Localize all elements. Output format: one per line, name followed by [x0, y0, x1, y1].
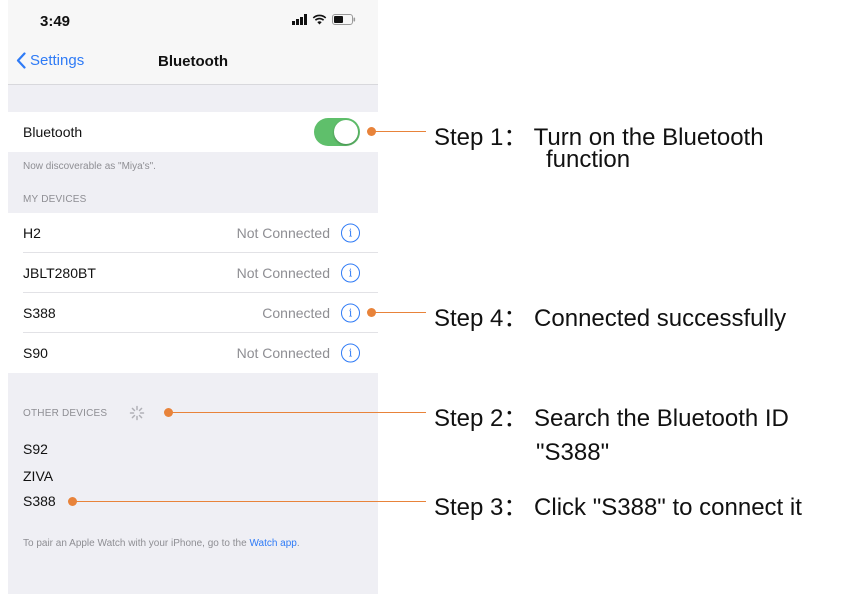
device-name: JBLT280BT: [23, 265, 96, 281]
discoverable-text: Now discoverable as "Miya's".: [23, 161, 156, 172]
bluetooth-row: Bluetooth: [8, 112, 378, 152]
navigation-bar: Settings Bluetooth: [8, 40, 378, 85]
battery-icon: [332, 14, 356, 25]
bluetooth-label: Bluetooth: [23, 124, 83, 140]
status-bar: 3:49: [8, 0, 378, 40]
device-name: S388: [23, 493, 56, 509]
device-name: H2: [23, 225, 41, 241]
info-icon[interactable]: i: [341, 223, 360, 243]
step2-text: Step 2： Search the Bluetooth ID: [434, 405, 789, 432]
step3-text: Step 3： Click "S388" to connect it: [434, 494, 802, 521]
annotation-line: [169, 412, 426, 413]
device-row-h2[interactable]: H2 Not Connected i: [8, 213, 378, 253]
footer-note: To pair an Apple Watch with your iPhone,…: [23, 537, 353, 550]
device-name: S90: [23, 345, 48, 361]
device-status: Not Connected: [236, 345, 330, 361]
device-row-jblt280bt[interactable]: JBLT280BT Not Connected i: [8, 253, 378, 293]
info-icon[interactable]: i: [341, 343, 360, 363]
bluetooth-toggle[interactable]: [314, 118, 360, 146]
device-row-s388[interactable]: S388 Connected i: [8, 293, 378, 333]
other-devices-header: OTHER DEVICES: [23, 408, 108, 419]
loading-spinner-icon: [129, 405, 145, 421]
step2-text-cont: "S388": [536, 439, 610, 466]
wifi-icon: [312, 14, 327, 25]
device-name: S388: [23, 305, 56, 321]
step4-text: Step 4： Connected successfully: [434, 305, 787, 332]
page-title: Bluetooth: [158, 53, 228, 70]
my-devices-header: MY DEVICES: [23, 194, 87, 205]
info-icon[interactable]: i: [341, 303, 360, 323]
device-row-s90[interactable]: S90 Not Connected i: [8, 333, 378, 373]
info-icon[interactable]: i: [341, 263, 360, 283]
annotation-line: [372, 131, 426, 132]
device-name: S92: [23, 441, 48, 457]
device-name: ZIVA: [23, 468, 54, 484]
status-time: 3:49: [40, 13, 71, 30]
footer-text: To pair an Apple Watch with your iPhone,…: [23, 538, 250, 549]
footer-end: .: [296, 538, 300, 549]
step1-text-cont: function: [546, 146, 631, 173]
device-status: Not Connected: [236, 225, 330, 241]
annotation-line: [73, 501, 426, 502]
watch-app-link[interactable]: Watch app: [249, 538, 296, 549]
device-status: Not Connected: [236, 265, 330, 281]
status-icons: [292, 14, 356, 25]
device-status: Connected: [262, 305, 330, 321]
cellular-signal-icon: [292, 14, 307, 25]
annotation-line: [372, 312, 426, 313]
phone-screen: 3:49 Settings Bluetooth Bluetooth Now di…: [8, 0, 378, 594]
